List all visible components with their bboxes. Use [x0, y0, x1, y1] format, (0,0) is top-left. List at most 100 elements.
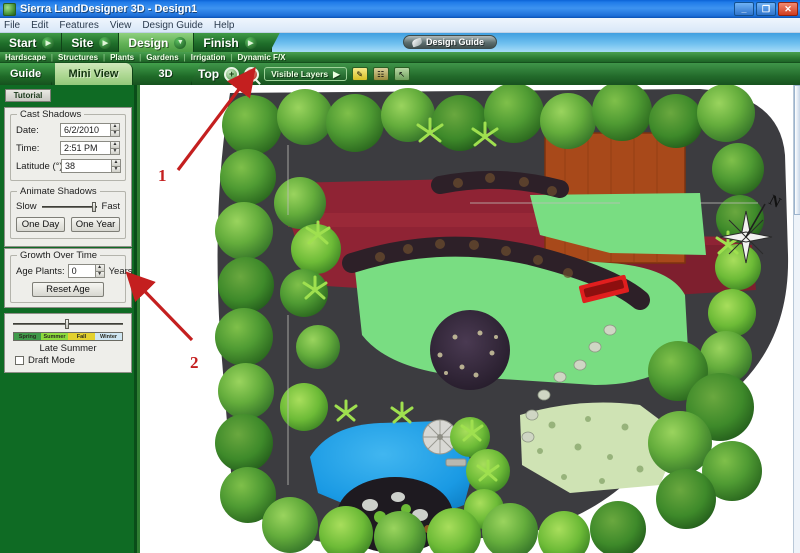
design-guide-label: Design Guide — [426, 37, 485, 47]
menu-item-help[interactable]: Help — [214, 20, 235, 31]
shadow-speed-slider[interactable] — [41, 201, 97, 212]
date-spinner[interactable]: 6/2/2010 ▲ ▼ — [60, 123, 120, 137]
slider-fast-label: Fast — [101, 201, 120, 212]
window-controls: _ ❐ ✕ — [734, 2, 798, 16]
shadow-speed-slider-row: Slow Fast — [16, 201, 120, 212]
subnav-item-gardens[interactable]: Gardens — [146, 53, 178, 62]
date-spin-buttons[interactable]: ▲ ▼ — [110, 123, 120, 137]
menu-item-file[interactable]: File — [4, 20, 20, 31]
nav-tab-finish[interactable]: Finish ▶ — [194, 33, 280, 52]
design-guide-button[interactable]: Design Guide — [403, 35, 498, 49]
age-plants-spin-down[interactable]: ▼ — [94, 270, 105, 278]
top-view-label[interactable]: Top — [198, 67, 219, 81]
season-slider-knob[interactable] — [64, 319, 69, 329]
draft-mode-label: Draft Mode — [28, 355, 75, 366]
latitude-input[interactable]: 38 — [61, 159, 111, 173]
age-plants-spinner[interactable]: 0 ▲ ▼ — [67, 264, 105, 278]
secondary-nav-bar: Hardscape | Structures | Plants | Garden… — [0, 52, 800, 63]
menu-bar: File Edit Features View Design Guide Hel… — [0, 18, 800, 33]
minimize-button[interactable]: _ — [734, 2, 754, 16]
nav-tab-start[interactable]: Start ▶ — [0, 33, 63, 52]
subnav-separator: | — [50, 52, 53, 62]
zoom-in-icon[interactable]: + — [224, 66, 240, 82]
reset-age-button[interactable]: Reset Age — [32, 282, 104, 297]
time-spin-buttons[interactable]: ▲ ▼ — [110, 141, 120, 155]
season-panel: Spring Summer Fall Winter Late Summer Dr… — [4, 313, 132, 373]
zoom-in-sign: + — [228, 69, 235, 79]
draft-mode-checkbox[interactable] — [15, 356, 24, 365]
age-plants-input[interactable]: 0 — [67, 264, 95, 278]
growth-over-time-group: Growth Over Time Age Plants: 0 ▲ ▼ Years — [4, 248, 133, 308]
season-band-spring[interactable]: Spring — [14, 333, 41, 340]
animate-shadows-legend: Animate Shadows — [17, 186, 100, 197]
latitude-label: Latitude (°): — [16, 160, 66, 172]
time-label: Time: — [16, 142, 40, 154]
menu-item-edit[interactable]: Edit — [31, 20, 48, 31]
one-year-button[interactable]: One Year — [71, 217, 120, 232]
tab-mini-view[interactable]: Mini View — [55, 63, 133, 85]
subnav-item-hardscape[interactable]: Hardscape — [5, 53, 46, 62]
canvas-scrollbar[interactable] — [793, 85, 800, 553]
date-spin-down[interactable]: ▼ — [110, 129, 120, 137]
visible-layers-button[interactable]: Visible Layers ▶ — [264, 67, 347, 81]
season-band-fall[interactable]: Fall — [68, 333, 95, 340]
season-slider[interactable] — [13, 319, 123, 329]
subnav-item-dynamic-fx[interactable]: Dynamic F/X — [237, 53, 285, 62]
time-spinner[interactable]: 2:51 PM ▲ ▼ — [60, 141, 120, 155]
select-tool-icon[interactable]: ↖ — [393, 67, 410, 81]
date-input[interactable]: 6/2/2010 — [60, 123, 110, 137]
cast-shadows-legend: Cast Shadows — [17, 109, 85, 120]
subnav-separator: | — [139, 52, 142, 62]
tab-guide[interactable]: Guide — [0, 63, 53, 85]
latitude-spinner[interactable]: 38 ▲ ▼ — [61, 159, 121, 173]
nav-tab-finish-label: Finish — [203, 35, 239, 50]
season-band-winter[interactable]: Winter — [95, 333, 122, 340]
menu-item-view[interactable]: View — [110, 20, 132, 31]
zoom-out-sign: − — [248, 69, 255, 79]
latitude-spin-buttons[interactable]: ▲ ▼ — [111, 159, 121, 173]
zoom-out-icon[interactable]: − — [244, 66, 260, 82]
application-window: Sierra LandDesigner 3D - Design1 _ ❐ ✕ F… — [0, 0, 800, 553]
one-day-button[interactable]: One Day — [16, 217, 65, 232]
menu-item-design-guide[interactable]: Design Guide — [142, 20, 203, 31]
season-band-summer[interactable]: Summer — [41, 333, 68, 340]
scrollbar-thumb[interactable] — [794, 85, 800, 215]
tool-bar: Guide Mini View 3D Top + − Visible Layer… — [0, 63, 800, 85]
primary-nav-tabs: Start ▶ Site ▶ Design ▼ Finish ▶ — [0, 33, 280, 52]
time-spin-down[interactable]: ▼ — [110, 147, 120, 155]
reset-age-row: Reset Age — [16, 282, 120, 297]
age-plants-spin-buttons[interactable]: ▲ ▼ — [94, 264, 105, 278]
play-arrow-icon: ▶ — [42, 36, 55, 49]
latitude-spin-down[interactable]: ▼ — [111, 165, 121, 173]
nav-tab-site[interactable]: Site ▶ — [62, 33, 120, 52]
notes-icon[interactable]: ✎ — [351, 67, 368, 81]
landscape-plan-render[interactable]: N — [140, 85, 800, 553]
nav-tab-design[interactable]: Design ▼ — [119, 33, 195, 52]
primary-nav-bar: Start ▶ Site ▶ Design ▼ Finish ▶ Design … — [0, 33, 800, 52]
title-bar: Sierra LandDesigner 3D - Design1 _ ❐ ✕ — [0, 0, 800, 18]
draft-mode-row[interactable]: Draft Mode — [9, 355, 127, 366]
restore-button[interactable]: ❐ — [756, 2, 776, 16]
slider-knob[interactable] — [92, 201, 97, 212]
season-caption: Late Summer — [39, 343, 97, 354]
menu-item-features[interactable]: Features — [59, 20, 98, 31]
season-bar[interactable]: Spring Summer Fall Winter — [13, 332, 123, 341]
tab-3d[interactable]: 3D — [140, 63, 192, 85]
close-button[interactable]: ✕ — [778, 2, 798, 16]
cast-shadows-fieldset: Cast Shadows Date: 6/2/2010 ▲ ▼ Time: 2:… — [10, 109, 126, 181]
time-input[interactable]: 2:51 PM — [60, 141, 110, 155]
subnav-separator: | — [183, 52, 186, 62]
tab-3d-label: 3D — [158, 68, 173, 80]
subnav-item-structures[interactable]: Structures — [58, 53, 98, 62]
annotation-number-1: 1 — [158, 166, 167, 185]
subnav-item-irrigation[interactable]: Irrigation — [191, 53, 226, 62]
chevron-down-icon: ▼ — [174, 36, 187, 49]
growth-over-time-legend: Growth Over Time — [17, 250, 101, 261]
nav-tab-design-label: Design — [128, 35, 169, 50]
left-control-panel: Tutorial Cast Shadows Date: 6/2/2010 ▲ ▼… — [0, 85, 137, 553]
subnav-item-plants[interactable]: Plants — [110, 53, 134, 62]
animate-shadows-fieldset: Animate Shadows Slow Fast One Day One Ye… — [10, 186, 126, 239]
plant-list-icon[interactable]: ☷ — [372, 67, 389, 81]
design-canvas[interactable]: N — [140, 85, 800, 553]
tutorial-button[interactable]: Tutorial — [5, 89, 51, 102]
